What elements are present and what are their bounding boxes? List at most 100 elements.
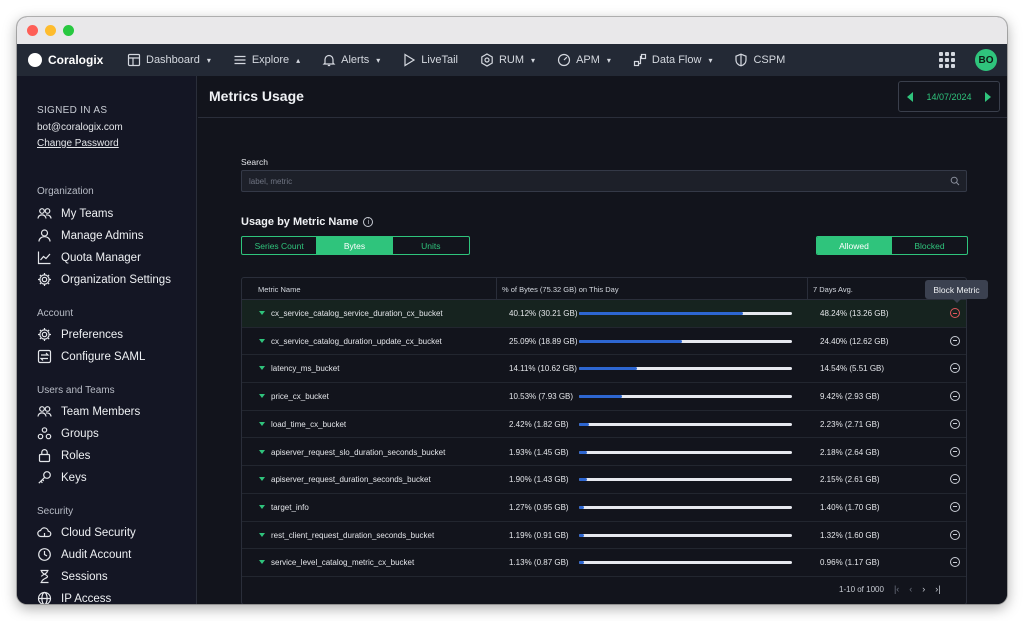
- table-row[interactable]: apiserver_request_slo_duration_seconds_b…: [242, 439, 966, 467]
- block-metric-icon[interactable]: [950, 391, 960, 402]
- next-date-icon[interactable]: [984, 91, 991, 102]
- expand-row-icon[interactable]: [259, 421, 265, 426]
- nav-cspm[interactable]: CSPM: [734, 53, 785, 67]
- nav-rum[interactable]: RUM ▾: [480, 53, 535, 67]
- change-password-link[interactable]: Change Password: [37, 138, 119, 149]
- minimize-window-button[interactable]: [45, 25, 56, 36]
- sidebar-item-keys[interactable]: Keys: [37, 470, 87, 485]
- search-field[interactable]: [241, 170, 967, 192]
- tab-units[interactable]: Units: [393, 237, 469, 254]
- block-metric-icon[interactable]: [950, 446, 960, 457]
- block-metric-icon[interactable]: [950, 308, 960, 318]
- nav-dashboard[interactable]: Dashboard ▾: [127, 53, 211, 67]
- apps-grid-icon[interactable]: [939, 52, 955, 68]
- usage-bar-fill: [579, 450, 587, 454]
- expand-row-icon[interactable]: [259, 504, 265, 509]
- seven-day-avg: 2.15% (2.61 GB): [820, 475, 880, 485]
- table-row[interactable]: target_info 1.27% (0.95 GB) 1.40% (1.70 GB…: [242, 494, 966, 522]
- current-date[interactable]: 14/07/2024: [926, 92, 971, 102]
- maximize-window-button[interactable]: [63, 25, 74, 36]
- nav-label: Data Flow: [651, 54, 702, 66]
- expand-row-icon[interactable]: [259, 366, 265, 371]
- column-header-metric-name[interactable]: Metric Name: [258, 285, 301, 294]
- column-header-bytes-share[interactable]: % of Bytes (75.32 GB) on This Day: [502, 285, 619, 294]
- top-navigation: Coralogix Dashboard ▾ Explore ▴ Alerts ▾ Li…: [17, 44, 1007, 76]
- app-logo[interactable]: Coralogix: [28, 53, 118, 67]
- expand-row-icon[interactable]: [259, 311, 265, 315]
- table-row[interactable]: cx_service_catalog_duration_update_cx_bu…: [242, 328, 966, 356]
- expand-row-icon[interactable]: [259, 394, 265, 399]
- usage-bar: [579, 312, 792, 315]
- sidebar-item-quota-manager[interactable]: Quota Manager: [37, 250, 141, 265]
- nav-data-flow[interactable]: Data Flow ▾: [633, 53, 713, 67]
- chevron-down-icon: ▾: [708, 55, 713, 65]
- tab-bytes[interactable]: Bytes: [317, 237, 393, 254]
- block-metric-icon[interactable]: [950, 335, 960, 346]
- chevron-down-icon: ▾: [376, 55, 381, 65]
- play-icon: [404, 53, 416, 67]
- user-avatar[interactable]: BO: [975, 49, 997, 71]
- tab-allowed[interactable]: Allowed: [817, 237, 892, 254]
- bytes-share: 10.53% (7.93 GB): [509, 392, 574, 402]
- sidebar-item-roles[interactable]: Roles: [37, 448, 90, 463]
- table-row[interactable]: cx_service_catalog_service_duration_cx_b…: [242, 300, 966, 328]
- expand-row-icon[interactable]: [259, 477, 265, 482]
- block-metric-icon[interactable]: [950, 418, 960, 429]
- info-icon[interactable]: i: [363, 217, 374, 227]
- date-picker[interactable]: 14/07/2024: [898, 81, 1000, 112]
- table-row[interactable]: load_time_cx_bucket 2.42% (1.82 GB) 2.23% …: [242, 411, 966, 439]
- sidebar-item-organization-settings[interactable]: Organization Settings: [37, 272, 171, 287]
- sidebar-item-groups[interactable]: Groups: [37, 426, 99, 441]
- tab-series-count[interactable]: Series Count: [242, 237, 318, 254]
- close-window-button[interactable]: [27, 25, 38, 36]
- prev-page-icon[interactable]: ‹: [909, 584, 912, 594]
- prev-date-icon[interactable]: [907, 91, 913, 102]
- search-icon[interactable]: [950, 176, 960, 186]
- nav-livetail[interactable]: LiveTail: [402, 53, 458, 67]
- table-row[interactable]: latency_ms_bucket 14.11% (10.62 GB) 14.54%…: [242, 355, 966, 384]
- user-email: bot@coralogix.com: [37, 122, 123, 133]
- chevron-down-icon: ▾: [531, 55, 536, 65]
- next-page-icon[interactable]: ›: [922, 584, 925, 594]
- sidebar-item-team-members[interactable]: Team Members: [37, 404, 140, 419]
- block-metric-icon[interactable]: [950, 529, 960, 540]
- first-page-icon[interactable]: |‹: [894, 584, 899, 594]
- key-icon: [38, 471, 51, 484]
- table-row[interactable]: price_cx_bucket 10.53% (7.93 GB) 9.42% (2.…: [242, 383, 966, 411]
- tab-blocked[interactable]: Blocked: [892, 237, 967, 254]
- block-metric-icon[interactable]: [950, 501, 960, 512]
- block-metric-icon[interactable]: [950, 557, 960, 568]
- table-row[interactable]: rest_client_request_duration_seconds_buc…: [242, 522, 966, 550]
- seven-day-avg: 1.40% (1.70 GB): [820, 502, 880, 512]
- column-header-7-day-avg[interactable]: 7 Days Avg.: [813, 285, 853, 294]
- sidebar-item-ip-access[interactable]: IP Access: [37, 591, 111, 604]
- section-account: Account: [37, 308, 74, 319]
- expand-row-icon[interactable]: [259, 560, 265, 565]
- nav-explore[interactable]: Explore ▴: [233, 53, 300, 67]
- expand-row-icon[interactable]: [259, 532, 265, 537]
- block-metric-icon[interactable]: [950, 363, 960, 374]
- sidebar-item-my-teams[interactable]: My Teams: [37, 206, 113, 221]
- expand-row-icon[interactable]: [259, 449, 265, 454]
- sidebar-item-audit-account[interactable]: Audit Account: [37, 547, 131, 562]
- table-row[interactable]: service_level_catalog_metric_cx_bucket 1.…: [242, 549, 966, 577]
- section-users-and-teams: Users and Teams: [37, 385, 115, 396]
- block-metric-icon[interactable]: [950, 474, 960, 485]
- metric-type-tabs: Series Count Bytes Units: [241, 236, 470, 255]
- sidebar-item-cloud-security[interactable]: Cloud Security: [37, 525, 136, 540]
- nav-apm[interactable]: APM ▾: [557, 53, 611, 67]
- sidebar-item-sessions[interactable]: Sessions: [37, 569, 108, 584]
- seven-day-avg: 2.18% (2.64 GB): [820, 447, 880, 457]
- search-input[interactable]: [242, 171, 966, 192]
- metrics-table: Metric Name % of Bytes (75.32 GB) on Thi…: [241, 277, 967, 604]
- sidebar-item-manage-admins[interactable]: Manage Admins: [37, 228, 143, 243]
- sidebar-item-preferences[interactable]: Preferences: [37, 327, 123, 342]
- table-row[interactable]: apiserver_request_duration_seconds_bucke…: [242, 466, 966, 494]
- nav-alerts[interactable]: Alerts ▾: [322, 53, 380, 67]
- sidebar-item-label: Keys: [61, 471, 87, 484]
- expand-row-icon[interactable]: [259, 338, 265, 343]
- usage-bar: [579, 533, 792, 537]
- last-page-icon[interactable]: ›|: [935, 584, 940, 594]
- sidebar-item-configure-saml[interactable]: Configure SAML: [37, 349, 145, 364]
- explore-icon: [234, 55, 246, 65]
